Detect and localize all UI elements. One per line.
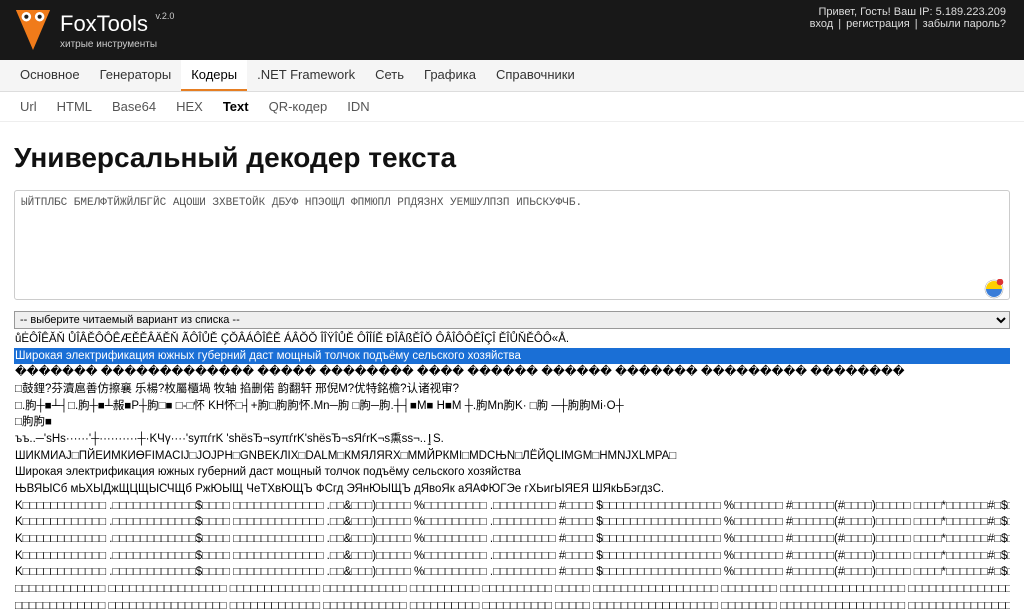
decoded-variant-row[interactable]: □.朐┼■┴┤□.朐┼■┴赧■P┼朐□■ □-□怀 KH怀□┤+朐□朐朐怀.Mn… — [14, 398, 1010, 415]
decoding-variant-select[interactable]: -- выберите читаемый вариант из списка -… — [14, 311, 1010, 329]
decoded-variant-row[interactable]: ůĖÔÎÊĂŇ ŮÎÂĚÔÔÊÆĚĚÂÄĚŇ ÃÔÎŮĚ ÇŎÂÁÔÎÊĚ ÁÂ… — [14, 331, 1010, 348]
decoded-variants-list: ůĖÔÎÊĂŇ ŮÎÂĚÔÔÊÆĚĚÂÄĚŇ ÃÔÎŮĚ ÇŎÂÁÔÎÊĚ ÁÂ… — [14, 331, 1010, 614]
brand-version: v.2.0 — [156, 11, 175, 21]
brand-name: FoxTools — [60, 11, 148, 37]
main-nav-item[interactable]: .NET Framework — [247, 60, 365, 91]
main-nav: ОсновноеГенераторыКодеры.NET FrameworkСе… — [0, 60, 1024, 92]
main-nav-item[interactable]: Генераторы — [90, 60, 182, 91]
main-nav-item[interactable]: Основное — [10, 60, 90, 91]
sub-nav-item[interactable]: QR-кодер — [259, 92, 338, 121]
site-header: FoxTools v.2.0 хитрые инструменты Привет… — [0, 0, 1024, 60]
main-nav-item[interactable]: Кодеры — [181, 60, 247, 91]
greeting-text: Привет, Гость! Ваш IP: — [819, 6, 936, 18]
decoded-variant-row[interactable]: □□□□□□□□□□□□□ □□□□□□□□□□□□□□□□□ □□□□□□□□… — [14, 598, 1010, 614]
decoded-variant-row[interactable]: Широкая электрификация южных губерний да… — [14, 348, 1010, 365]
ip-address: 5.189.223.209 — [936, 6, 1006, 18]
page-title: Универсальный декодер текста — [14, 142, 1010, 174]
logo[interactable]: FoxTools v.2.0 хитрые инструменты — [14, 8, 174, 52]
sub-nav-item[interactable]: HEX — [166, 92, 213, 121]
brand-tagline: хитрые инструменты — [60, 39, 174, 50]
decoded-variant-row[interactable]: Широкая электрификация южных губерний да… — [14, 464, 1010, 481]
decoded-variant-row[interactable]: K□□□□□□□□□□□□ .□□□□□□□□□□□□$□□□□ □□□□□□□… — [14, 531, 1010, 548]
fox-logo-icon — [14, 8, 52, 52]
decoded-variant-row[interactable]: □鼓鋰?芬瀆扈善仿擦襄 乐楊?枚屬櫃堝 牧轴 掐删偌 韵翻轩 邢倪M?优特銘檐?… — [14, 381, 1010, 398]
sub-nav-item[interactable]: IDN — [337, 92, 379, 121]
decoded-variant-row[interactable]: ЊВЯЫСб мЬХЫДжЩЦЩЫСЧЩб РжЮЫЩ ЧеТХвЮЩЪ ФСг… — [14, 481, 1010, 498]
main-nav-item[interactable]: Справочники — [486, 60, 585, 91]
decoded-variant-row[interactable]: □□□□□□□□□□□□□ □□□□□□□□□□□□□□□□□ □□□□□□□□… — [14, 581, 1010, 598]
decoded-variant-row[interactable]: K□□□□□□□□□□□□ .□□□□□□□□□□□□$□□□□ □□□□□□□… — [14, 498, 1010, 515]
decoded-variant-row[interactable]: K□□□□□□□□□□□□ .□□□□□□□□□□□□$□□□□ □□□□□□□… — [14, 548, 1010, 565]
decoded-variant-row[interactable]: K□□□□□□□□□□□□ .□□□□□□□□□□□□$□□□□ □□□□□□□… — [14, 514, 1010, 531]
sub-nav-item[interactable]: Url — [10, 92, 47, 121]
sub-nav-item[interactable]: Text — [213, 92, 259, 121]
main-nav-item[interactable]: Графика — [414, 60, 486, 91]
decoded-variant-row[interactable]: ������� ������������� ����� �������� ���… — [14, 364, 1010, 381]
decoded-variant-row[interactable]: ъъ..─'ѕНѕ······'┼··········┼·KЧγ····'ѕуπ… — [14, 431, 1010, 448]
decoded-variant-row[interactable]: K□□□□□□□□□□□□ .□□□□□□□□□□□□$□□□□ □□□□□□□… — [14, 564, 1010, 581]
grammar-check-icon[interactable] — [984, 279, 1004, 299]
sub-nav-item[interactable]: Base64 — [102, 92, 166, 121]
decoded-variant-row[interactable]: ШИКМИАЈ□ПЙЕИМКИӨFIMACIЈ□ЈОЈРН□GNBEKЛIX□D… — [14, 448, 1010, 465]
decoded-variant-row[interactable]: □朐朐■ — [14, 414, 1010, 431]
page-content: Универсальный декодер текста -- выберите… — [0, 122, 1024, 614]
login-link[interactable]: вход — [810, 18, 834, 30]
source-text-input[interactable] — [14, 190, 1010, 300]
forgot-password-link[interactable]: забыли пароль? — [923, 18, 1006, 30]
register-link[interactable]: регистрация — [846, 18, 910, 30]
sub-nav-item[interactable]: HTML — [47, 92, 102, 121]
header-account: Привет, Гость! Ваш IP: 5.189.223.209 вхо… — [810, 6, 1006, 30]
sub-nav: UrlHTMLBase64HEXTextQR-кодерIDN — [0, 92, 1024, 122]
main-nav-item[interactable]: Сеть — [365, 60, 414, 91]
